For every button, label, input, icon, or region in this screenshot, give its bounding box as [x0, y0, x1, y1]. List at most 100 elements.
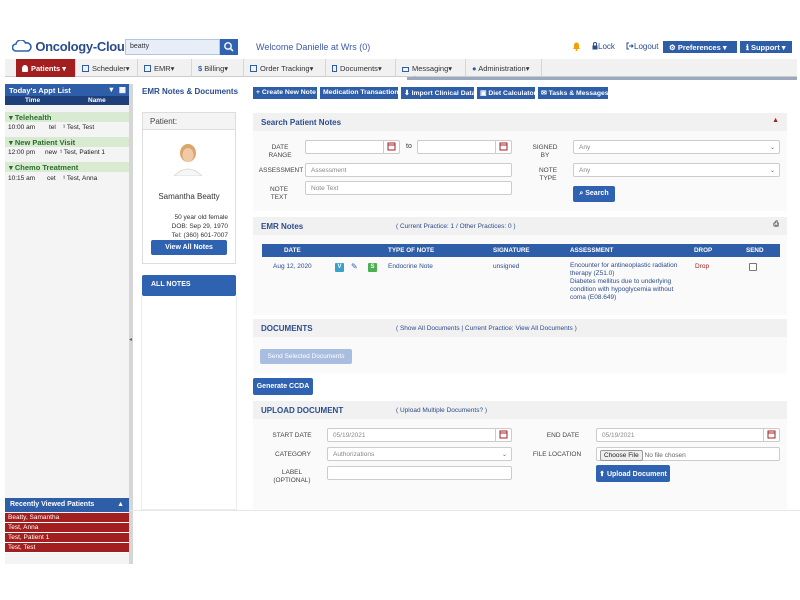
bell-icon[interactable] — [572, 41, 581, 51]
welcome-message: Welcome Danielle at Wrs (0) — [256, 42, 371, 52]
collapse-icon[interactable]: ▲ — [117, 501, 124, 508]
appt-list-header: Today's Appt List ▼ ▦ — [5, 84, 129, 96]
sidebar-splitter[interactable]: ◂ — [129, 84, 133, 564]
col-signature: SIGNATURE — [493, 247, 530, 254]
assessment-input[interactable]: Assessment — [305, 163, 512, 177]
emr-practice-meta[interactable]: ( Current Practice: 1 / Other Practices:… — [396, 223, 516, 230]
nav-billing[interactable]: $ Billing▾ — [192, 59, 244, 77]
label-input[interactable] — [327, 466, 512, 480]
appt-row[interactable]: 10:15 am cet ¹ Test, Anna — [5, 173, 129, 184]
nav-administration[interactable]: ● Administration▾ — [466, 59, 542, 77]
col-date: DATE — [284, 247, 301, 254]
col-drop: DROP — [694, 247, 713, 254]
to-label: to — [406, 143, 412, 150]
chart-icon — [144, 65, 151, 72]
generate-ccda-button[interactable]: Generate CCDA — [253, 378, 313, 395]
date-to-input[interactable] — [417, 140, 512, 154]
import-clinical-data-button[interactable]: ⬇ Import Clinical Data — [401, 87, 475, 99]
upload-multiple-link[interactable]: ( Upload Multiple Documents? ) — [396, 407, 487, 414]
file-input[interactable]: Choose File No file chosen — [596, 447, 780, 461]
logo-text: Oncology-Cloud — [35, 39, 133, 54]
all-notes-button[interactable]: ALL NOTES — [142, 275, 236, 296]
support-button[interactable]: ℹ Support ▾ — [740, 41, 792, 53]
diet-calculator-button[interactable]: ▣ Diet Calculator — [477, 87, 536, 99]
recently-viewed-header[interactable]: Recently Viewed Patients ▲ — [5, 498, 129, 512]
nav-messaging[interactable]: Messaging▾ — [396, 59, 466, 77]
calendar-icon[interactable] — [495, 428, 511, 442]
calendar-icon[interactable] — [383, 140, 399, 154]
recent-patient[interactable]: Test, Test — [5, 543, 129, 553]
search-notes-header[interactable]: Search Patient Notes ▲ — [253, 113, 787, 131]
appt-row[interactable]: 12:00 pm new ¹ Test, Patient 1 — [5, 147, 129, 158]
date-from-input[interactable] — [305, 140, 400, 154]
appt-group-chemo[interactable]: ▾ Chemo Treatment — [5, 162, 129, 172]
recent-patient[interactable]: Test, Anna — [5, 523, 129, 533]
notes-list-panel — [141, 296, 237, 510]
collapse-arrow-icon[interactable]: ◂ — [129, 336, 132, 343]
tasks-messages-button[interactable]: ✉ Tasks & Messages — [538, 87, 609, 99]
documents-meta[interactable]: ( Show All Documents | Current Practice:… — [396, 325, 577, 332]
edit-icon[interactable]: ✎ — [351, 262, 358, 271]
nav-patients[interactable]: Patients ▾ — [16, 59, 76, 77]
choose-file-button[interactable]: Choose File — [600, 450, 643, 461]
calendar-icon[interactable] — [495, 140, 511, 154]
assessment-label: ASSESSMENT — [258, 167, 304, 174]
appt-list-columns: Time Name — [5, 96, 129, 105]
documents-header: DOCUMENTS ( Show All Documents | Current… — [253, 319, 787, 337]
nav-emr[interactable]: EMR▾ — [138, 59, 192, 77]
drop-link[interactable]: Drop — [695, 263, 709, 270]
logout-link[interactable]: Logout — [626, 42, 658, 51]
search-button[interactable] — [220, 39, 238, 55]
filter-icon[interactable]: ▼ — [108, 85, 115, 94]
col-type: TYPE OF NOTE — [388, 247, 435, 254]
note-type-select[interactable]: Any ⌄ — [573, 163, 780, 177]
chevron-down-icon: ⌄ — [501, 452, 507, 458]
recent-patient[interactable]: Test, Patient 1 — [5, 533, 129, 543]
upload-document-header: UPLOAD DOCUMENT ( Upload Multiple Docume… — [253, 401, 787, 419]
note-assessment: Encounter for antineoplastic radiation t… — [570, 262, 678, 301]
note-text-input[interactable]: Note Text — [305, 181, 512, 195]
patient-dob: DOB: Sep 29, 1970 — [171, 223, 228, 230]
clipboard-icon — [250, 65, 257, 72]
appt-group-telehealth[interactable]: ▾ Telehealth — [5, 112, 129, 122]
nav-documents[interactable]: Documents▾ — [326, 59, 396, 77]
print-icon[interactable]: ⎙ — [773, 221, 779, 229]
upload-document-button[interactable]: ⬆ Upload Document — [596, 465, 670, 482]
patient-age-sex: 50 year old female — [174, 214, 228, 221]
patient-search-input[interactable]: beatty — [125, 39, 220, 55]
calendar-icon[interactable]: ▦ — [119, 85, 126, 94]
signed-by-select[interactable]: Any ⌄ — [573, 140, 780, 154]
send-checkbox[interactable] — [749, 263, 757, 271]
medication-transactions-button[interactable]: Medication Transactions — [320, 87, 402, 99]
end-date-input[interactable]: 05/19/2021 — [596, 428, 780, 442]
preferences-button[interactable]: ⚙ Preferences ▾ — [663, 41, 737, 53]
appt-group-new-patient[interactable]: ▾ New Patient Visit — [5, 137, 129, 147]
send-selected-documents-button[interactable]: Send Selected Documents — [260, 349, 352, 364]
logout-icon — [626, 42, 634, 50]
upload-icon: ⬆ — [599, 471, 606, 478]
label-optional-label: LABEL (OPTIONAL) — [273, 469, 311, 484]
note-date: Aug 12, 2020 — [273, 263, 312, 270]
nav-scheduler[interactable]: Scheduler▾ — [76, 59, 138, 77]
file-location-label: FILE LOCATION — [532, 451, 582, 458]
search-notes-button[interactable]: ⌕ Search — [573, 186, 615, 202]
recent-patient[interactable]: Beatty, Samantha — [5, 513, 129, 523]
create-new-note-button[interactable]: + Create New Note — [253, 87, 317, 99]
note-type-link[interactable]: Endocrine Note — [388, 263, 433, 270]
note-signature: unsigned — [493, 263, 520, 270]
nav-order-tracking[interactable]: Order Tracking▾ — [244, 59, 326, 77]
lock-link[interactable]: Lock — [592, 42, 615, 51]
patient-label: Patient: — [143, 113, 235, 130]
start-date-input[interactable]: 05/19/2021 — [327, 428, 512, 442]
patient-avatar — [170, 140, 206, 176]
calendar-icon[interactable] — [763, 428, 779, 442]
sign-icon[interactable]: S — [368, 263, 377, 272]
app-logo[interactable]: Oncology-Cloud — [12, 39, 133, 54]
view-icon[interactable]: V — [335, 263, 344, 272]
category-select[interactable]: Authorizations ⌄ — [327, 447, 512, 461]
collapse-icon[interactable]: ▲ — [772, 117, 779, 124]
appt-row[interactable]: 10:00 am tel ¹ Test, Test — [5, 122, 129, 133]
search-icon — [224, 42, 234, 52]
patient-tel: Tel: (360) 601-7007 — [171, 232, 228, 239]
view-all-notes-button[interactable]: View All Notes — [151, 240, 227, 255]
